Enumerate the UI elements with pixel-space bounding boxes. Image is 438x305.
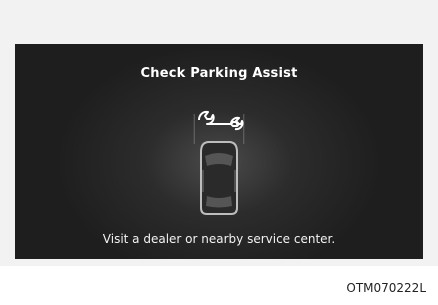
display-message: Visit a dealer or nearby service center. bbox=[102, 232, 336, 246]
image-code: OTM070222L bbox=[346, 281, 426, 295]
left-sensor-line bbox=[193, 114, 195, 144]
wrench-icon bbox=[198, 110, 244, 131]
cluster-display: Check Parking Assist Visit a dealer or n… bbox=[15, 44, 423, 259]
right-sensor-line bbox=[243, 114, 245, 144]
car-top-view-icon bbox=[200, 141, 238, 215]
display-title: Check Parking Assist bbox=[140, 66, 298, 81]
parking-assist-graphic bbox=[169, 100, 269, 218]
